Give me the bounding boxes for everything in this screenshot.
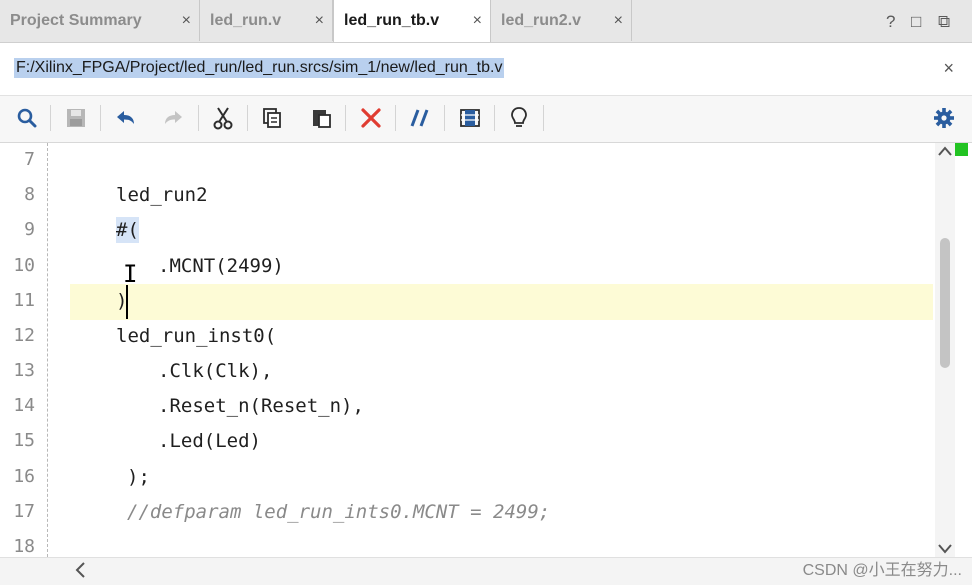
tab-label: led_run2.v [501,11,582,29]
current-line-highlight [70,284,933,320]
block-select-icon[interactable] [455,103,485,133]
text-caret [126,285,128,319]
code-comment-line: //defparam led_run_ints0.MCNT = 2499; [127,501,551,523]
tab-led-run-tb-v[interactable]: led_run_tb.v × [333,0,491,42]
undo-icon[interactable] [110,103,140,133]
restore-icon[interactable]: □ [911,12,921,32]
gear-icon[interactable] [929,103,959,133]
tab-led-run-v[interactable]: led_run.v × [200,0,333,41]
code-line: .Clk(Clk), [158,360,273,382]
code-line: led_run2 [116,184,208,206]
line-number: 18 [13,536,35,557]
ibeam-cursor-icon: I [123,260,138,288]
file-path[interactable]: F:/Xilinx_FPGA/Project/led_run/led_run.s… [14,58,505,78]
tab-label: led_run.v [210,11,282,29]
line-number: 16 [13,466,35,487]
close-icon[interactable]: × [943,58,954,79]
line-number: 14 [13,395,35,416]
line-number: 8 [24,184,35,205]
vertical-scrollbar[interactable] [935,143,955,557]
paste-icon[interactable] [306,103,336,133]
code-editor[interactable]: 7 8 9 10 11 12 13 14 15 16 17 18 led_run… [0,143,972,557]
file-path-bar: F:/Xilinx_FPGA/Project/led_run/led_run.s… [0,43,972,96]
line-number: 9 [24,219,35,240]
editor-toolbar [0,96,972,143]
code-line: led_run_inst0( [116,325,277,347]
tab-label: Project Summary [10,11,142,29]
line-number: 11 [13,290,35,311]
line-number: 7 [24,149,35,170]
chevron-up-icon[interactable] [937,145,953,157]
code-line: .MCNT(2499) [158,255,284,277]
tab-project-summary[interactable]: Project Summary × [0,0,200,41]
search-icon[interactable] [12,103,42,133]
float-icon[interactable]: ⧉ [938,12,950,32]
lightbulb-icon[interactable] [504,103,534,133]
help-icon[interactable]: ? [886,12,895,32]
line-number: 10 [13,255,35,276]
status-marker [955,143,968,156]
editor-tab-bar: Project Summary × led_run.v × led_run_tb… [0,0,972,43]
line-number: 17 [13,501,35,522]
tab-label: led_run_tb.v [344,12,440,29]
watermark: CSDN @小王在努力... [802,562,962,579]
tab-led-run2-v[interactable]: led_run2.v × [491,0,632,41]
cut-icon[interactable] [208,103,238,133]
code-line: .Reset_n(Reset_n), [158,395,364,417]
copy-icon[interactable] [257,103,287,133]
scrollbar-thumb[interactable] [940,238,950,368]
save-icon[interactable] [61,103,91,133]
chevron-left-icon[interactable] [74,561,86,579]
comment-icon[interactable] [405,103,435,133]
close-icon[interactable]: × [473,12,482,30]
line-number: 13 [13,360,35,381]
delete-icon[interactable] [356,103,386,133]
close-icon[interactable]: × [614,12,623,30]
line-number: 12 [13,325,35,346]
code-line: #( [116,217,139,243]
close-icon[interactable]: × [182,12,191,30]
close-icon[interactable]: × [315,12,324,30]
redo-icon[interactable] [159,103,189,133]
code-line: .Led(Led) [158,430,261,452]
line-number-gutter: 7 8 9 10 11 12 13 14 15 16 17 18 [0,143,48,557]
chevron-down-icon[interactable] [937,543,953,555]
code-line: ); [127,466,150,488]
line-number: 15 [13,430,35,451]
